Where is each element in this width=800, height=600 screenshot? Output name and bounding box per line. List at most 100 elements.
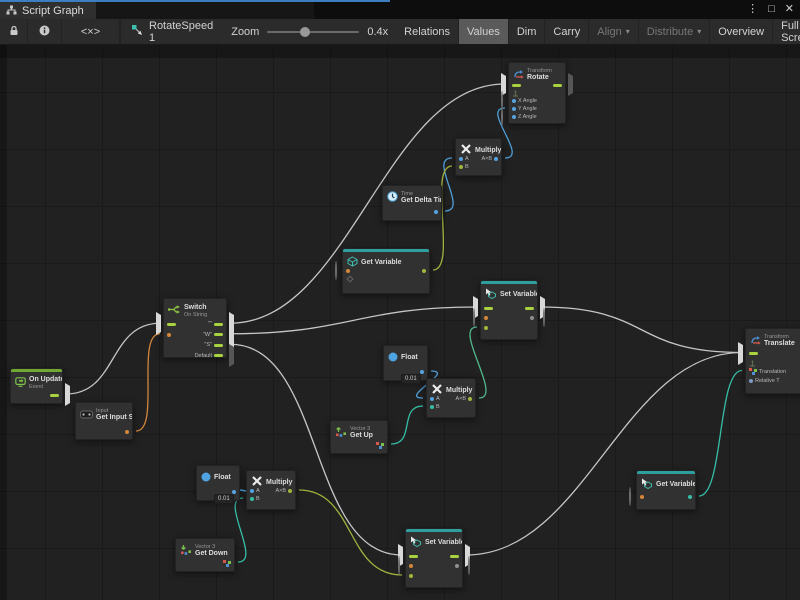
code-preview-button[interactable]: <×> [62,19,120,44]
wire[interactable] [541,307,742,353]
toolbar-button-overview[interactable]: Overview [710,19,773,44]
gray-port[interactable] [530,316,534,320]
blue-port[interactable] [430,397,434,401]
teal-port[interactable] [688,495,692,499]
green-port[interactable] [288,489,292,493]
orange-port[interactable] [125,430,129,434]
toolbar-button-values[interactable]: Values [459,19,509,44]
flow-port[interactable] [409,555,418,558]
wire[interactable] [136,334,160,431]
blue-port[interactable] [512,115,516,119]
green-port[interactable] [459,165,463,169]
vector3-port[interactable] [749,368,757,375]
port-label: Relative T [755,378,780,384]
node-rotate[interactable]: TransformRotateX AngleY AngleZ Angle [508,62,566,124]
node-ports [343,267,429,283]
node-multiply-top[interactable]: MultiplyAA×BB [455,138,502,176]
teal-port[interactable] [250,497,254,501]
node-multiply-mid[interactable]: MultiplyAA×BB [426,378,476,418]
port-row: Default [164,351,226,362]
gray-port[interactable] [455,564,459,568]
node-ports: Translation Relative T [746,349,800,385]
graph-breadcrumb[interactable]: RotateSpeed 1 [120,19,223,44]
vector3-port[interactable] [376,442,384,449]
flow-port[interactable] [484,307,493,310]
node-subtitle: Event [29,384,62,390]
toolbar-button-full-screen[interactable]: Full Screen [773,19,800,44]
flow-port[interactable] [214,333,223,336]
node-set-variable-bottom[interactable]: Set Variable [405,528,463,588]
lock-button[interactable] [0,19,28,44]
node-header: TimeGet Delta Time [383,186,441,207]
toolbar-button-relations[interactable]: Relations [396,19,459,44]
maximize-button[interactable]: □ [768,4,775,15]
node-float-bottom[interactable]: Float0.01 [196,465,240,501]
orange-port[interactable] [484,316,488,320]
blue-port[interactable] [494,157,498,161]
port-label: A [436,396,440,402]
node-switch[interactable]: SwitchOn String"""W""S"Default [163,298,227,358]
tab-script-graph[interactable]: Script Graph [0,2,96,19]
info-button[interactable] [28,19,62,44]
blue-port[interactable] [512,107,516,111]
node-get-variable-br[interactable]: Get Variable [636,470,696,510]
vector3-port[interactable] [223,560,231,567]
wire[interactable] [699,371,742,497]
node-get-delta-time[interactable]: TimeGet Delta Time [382,185,442,221]
graph-canvas[interactable]: TransformRotateX AngleY AngleZ AngleMult… [0,45,800,600]
node-ports [331,441,387,449]
slate-port[interactable] [749,379,753,383]
node-get-up[interactable]: Vector 3Get Up [330,420,388,454]
window-menu-button[interactable]: ⋮ [747,4,758,15]
node-translate[interactable]: TransformTranslateTranslationRelative T [745,328,800,394]
toolbar-button-distribute[interactable]: Distribute▾ [639,19,710,44]
wire[interactable] [299,490,402,575]
flow-port[interactable] [553,84,562,87]
node-get-down[interactable]: Vector 3Get Down [175,538,235,572]
green-port[interactable] [468,397,472,401]
toolbar-button-align[interactable]: Align▾ [589,19,638,44]
close-button[interactable]: ✕ [785,4,794,15]
teal-port[interactable] [430,405,434,409]
node-float-mid[interactable]: Float0.01 [383,345,428,381]
setvar-icon [485,286,497,304]
flow-port[interactable] [525,307,534,310]
flow-port[interactable] [50,394,59,397]
node-get-input-string[interactable]: InputGet Input Strin [75,402,133,440]
flow-port[interactable] [214,354,223,357]
wire[interactable] [230,307,477,334]
node-get-variable-center[interactable]: Get Variable [342,248,430,294]
port-row: AA×B [427,395,475,403]
flow-port[interactable] [214,323,223,326]
green-port[interactable] [422,269,426,273]
wire[interactable] [466,353,742,556]
orange-port[interactable] [640,495,644,499]
blue-port[interactable] [250,489,254,493]
orange-port[interactable] [409,564,413,568]
port-row: "W" [164,330,226,341]
node-set-variable-mid[interactable]: Set Variable [480,280,538,340]
node-ports [11,391,62,399]
blue-port[interactable] [434,210,438,214]
wire[interactable] [235,498,246,562]
wire[interactable] [391,406,423,444]
node-on-update[interactable]: On UpdateEvent [10,368,63,404]
green-port[interactable] [409,574,413,578]
flow-port[interactable] [214,344,223,347]
green-port[interactable] [484,326,488,330]
flow-port[interactable] [167,323,176,326]
port-row: Translation [746,367,800,376]
node-multiply-bottom[interactable]: MultiplyAA×BB [246,470,296,510]
blue-port[interactable] [459,157,463,161]
blue-port[interactable] [512,99,516,103]
flow-port[interactable] [450,555,459,558]
toolbar-button-dim[interactable]: Dim [509,19,546,44]
zoom-slider-handle[interactable] [300,27,310,37]
zoom-slider[interactable] [267,31,359,33]
blue-port[interactable] [420,370,424,374]
toolbar-button-carry[interactable]: Carry [545,19,589,44]
blue-port[interactable] [232,490,236,494]
orange-port[interactable] [167,333,171,337]
wire[interactable] [66,323,160,394]
script-graph-icon [6,2,17,20]
